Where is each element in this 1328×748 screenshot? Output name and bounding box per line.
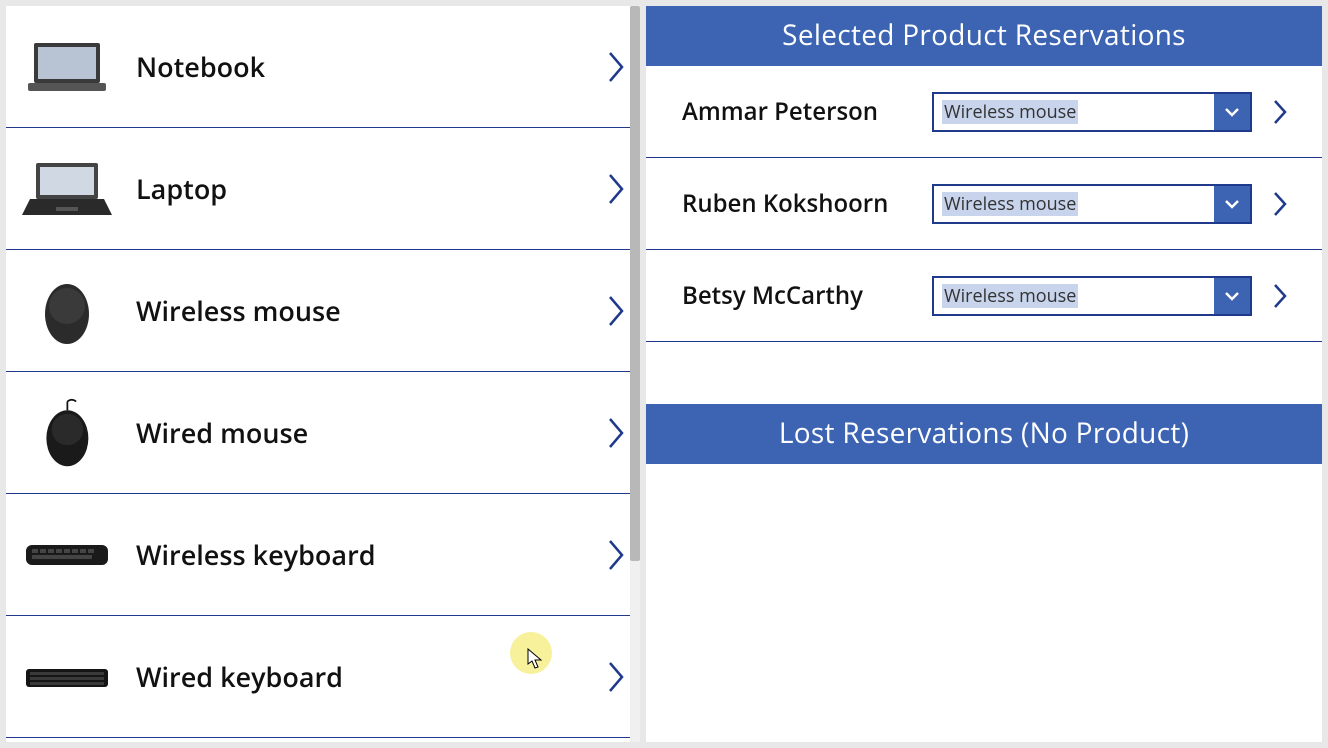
product-label: Laptop: [136, 170, 600, 207]
product-label: Notebook: [136, 48, 600, 85]
product-select[interactable]: Wireless mouse: [932, 276, 1252, 316]
product-select[interactable]: Wireless mouse: [932, 184, 1252, 224]
notebook-icon: [22, 32, 112, 102]
product-select-value: Wireless mouse: [934, 186, 1214, 222]
product-select-value: Wireless mouse: [934, 278, 1214, 314]
product-label: Wired mouse: [136, 414, 600, 451]
chevron-down-icon[interactable]: [1214, 278, 1250, 314]
product-row-wired-keyboard[interactable]: Wired keyboard: [6, 616, 640, 738]
lost-reservations-header: Lost Reservations (No Product): [646, 404, 1322, 464]
reservation-row: Betsy McCarthy Wireless mouse: [646, 250, 1322, 342]
reservation-row: Ruben Kokshoorn Wireless mouse: [646, 158, 1322, 250]
chevron-right-icon: [600, 655, 632, 699]
product-list-panel: Notebook Laptop Wireless mouse Wired mou…: [6, 6, 640, 742]
chevron-right-icon[interactable]: [1266, 190, 1294, 218]
mouse-wireless-icon: [22, 276, 112, 346]
product-row-wireless-mouse[interactable]: Wireless mouse: [6, 250, 640, 372]
product-row-notebook[interactable]: Notebook: [6, 6, 640, 128]
chevron-right-icon: [600, 167, 632, 211]
chevron-down-icon[interactable]: [1214, 186, 1250, 222]
chevron-right-icon: [600, 533, 632, 577]
chevron-right-icon: [600, 411, 632, 455]
keyboard-wireless-icon: [22, 520, 112, 590]
chevron-right-icon[interactable]: [1266, 282, 1294, 310]
keyboard-wired-icon: [22, 642, 112, 712]
reservation-row: Ammar Peterson Wireless mouse: [646, 66, 1322, 158]
chevron-right-icon[interactable]: [1266, 98, 1294, 126]
laptop-icon: [22, 154, 112, 224]
scrollbar-thumb[interactable]: [630, 6, 640, 561]
product-select[interactable]: Wireless mouse: [932, 92, 1252, 132]
reservation-name: Ruben Kokshoorn: [682, 187, 932, 220]
reservation-name: Ammar Peterson: [682, 95, 932, 128]
reservation-name: Betsy McCarthy: [682, 279, 932, 312]
selected-reservations-header: Selected Product Reservations: [646, 6, 1322, 66]
product-row-laptop[interactable]: Laptop: [6, 128, 640, 250]
chevron-down-icon[interactable]: [1214, 94, 1250, 130]
spacer: [646, 342, 1322, 404]
chevron-right-icon: [600, 45, 632, 89]
product-label: Wireless keyboard: [136, 536, 600, 573]
product-row-wireless-keyboard[interactable]: Wireless keyboard: [6, 494, 640, 616]
product-label: Wired keyboard: [136, 658, 600, 695]
chevron-right-icon: [600, 289, 632, 333]
product-label: Wireless mouse: [136, 292, 600, 329]
product-row-wired-mouse[interactable]: Wired mouse: [6, 372, 640, 494]
mouse-wired-icon: [22, 398, 112, 468]
product-select-value: Wireless mouse: [934, 94, 1214, 130]
reservations-panel: Selected Product Reservations Ammar Pete…: [646, 6, 1322, 742]
